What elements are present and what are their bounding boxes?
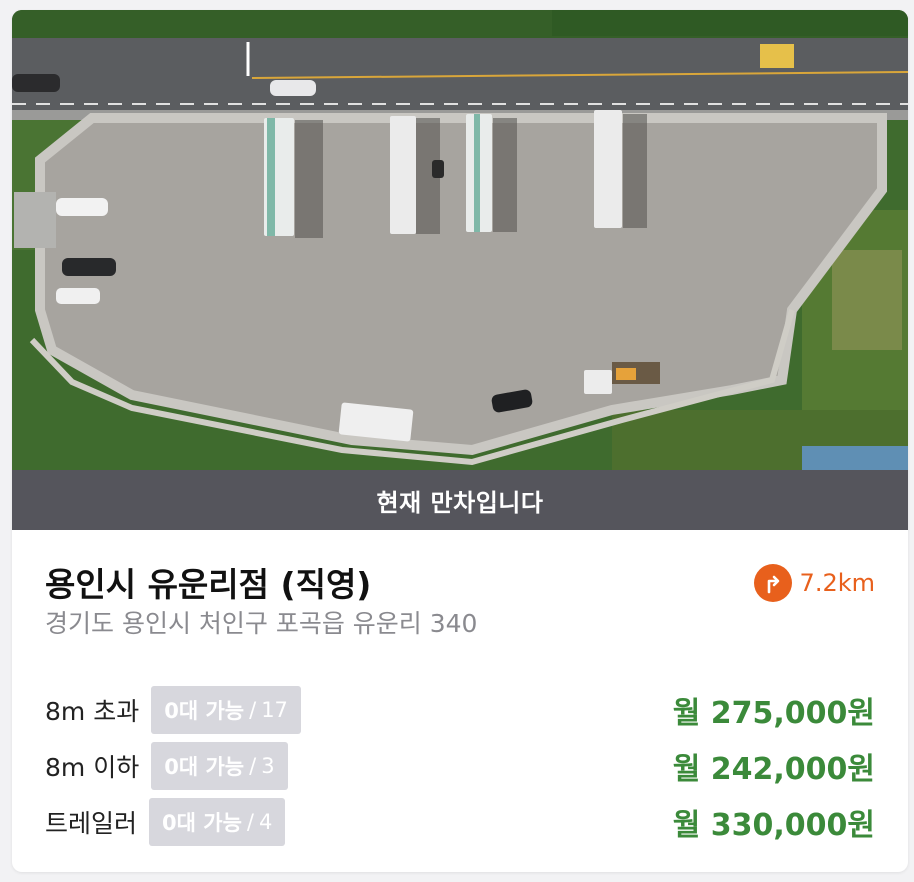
availability-badge: 0대 가능 / 4 bbox=[149, 798, 286, 846]
rate-row-under-8m: 8m 이하 0대 가능 / 3 월 242,000원 bbox=[45, 742, 875, 790]
parking-lot-card[interactable]: 현재 만차입니다 용인시 유운리점 (직영) 경기도 용인시 처인구 포곡읍 유… bbox=[12, 10, 908, 872]
availability-badge: 0대 가능 / 17 bbox=[151, 686, 301, 734]
route-turn-icon bbox=[753, 564, 792, 602]
rate-price: 월 275,000원 bbox=[672, 696, 875, 731]
distance-text: 7.2km bbox=[799, 569, 875, 597]
distance-indicator[interactable]: 7.2km bbox=[753, 564, 875, 602]
full-status-text: 현재 만차입니다 bbox=[376, 488, 544, 517]
available-count: 0대 가능 bbox=[164, 699, 245, 723]
rate-label: 트레일러 bbox=[45, 809, 138, 838]
available-count: 0대 가능 bbox=[164, 755, 245, 779]
capacity-count: 3 bbox=[261, 754, 275, 778]
rate-label: 8m 이하 bbox=[45, 753, 140, 782]
rate-label: 8m 초과 bbox=[45, 697, 140, 726]
capacity-count: 4 bbox=[258, 810, 273, 834]
lot-info: 용인시 유운리점 (직영) 경기도 용인시 처인구 포곡읍 유운리 340 7.… bbox=[12, 530, 908, 872]
rate-row-trailer: 트레일러 0대 가능 / 4 월 330,000원 bbox=[45, 798, 875, 846]
rate-row-over-8m: 8m 초과 0대 가능 / 17 월 275,000원 bbox=[45, 686, 875, 734]
capacity-count: 17 bbox=[261, 698, 288, 722]
lot-address: 경기도 용인시 처인구 포곡읍 유운리 340 bbox=[45, 609, 478, 638]
aerial-photo bbox=[12, 10, 908, 470]
rate-price: 월 330,000원 bbox=[672, 808, 875, 843]
rate-price: 월 242,000원 bbox=[672, 752, 875, 787]
availability-badge: 0대 가능 / 3 bbox=[151, 742, 288, 790]
full-status-banner: 현재 만차입니다 bbox=[12, 470, 908, 530]
lot-name: 용인시 유운리점 (직영) bbox=[45, 565, 372, 604]
available-count: 0대 가능 bbox=[162, 811, 242, 835]
